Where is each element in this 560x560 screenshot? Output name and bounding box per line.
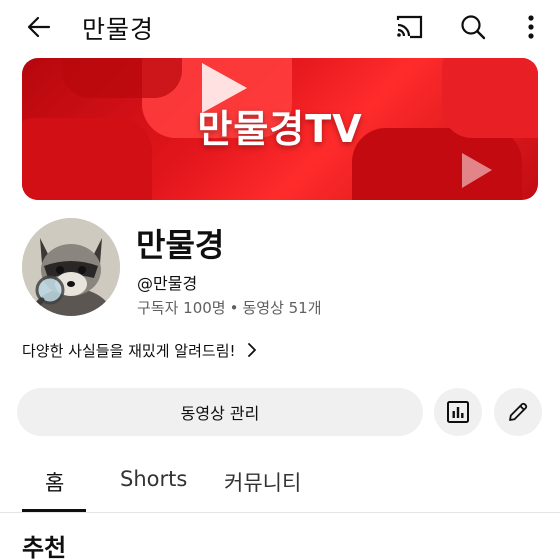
search-icon[interactable] bbox=[454, 8, 492, 46]
active-tab-indicator bbox=[22, 509, 86, 512]
more-vert-icon[interactable] bbox=[512, 8, 550, 46]
avatar[interactable] bbox=[22, 218, 120, 316]
analytics-icon[interactable] bbox=[434, 388, 482, 436]
tab-community[interactable]: 커뮤니티 bbox=[224, 467, 301, 497]
channel-tabs: 홈 Shorts 커뮤니티 bbox=[0, 455, 560, 513]
edit-icon[interactable] bbox=[494, 388, 542, 436]
top-app-bar: 만물경 bbox=[0, 0, 560, 52]
tab-shorts[interactable]: Shorts bbox=[120, 467, 187, 491]
tab-home[interactable]: 홈 bbox=[45, 467, 64, 497]
arrow-back-icon[interactable] bbox=[20, 8, 58, 46]
channel-banner[interactable]: 만물경TV bbox=[22, 58, 538, 200]
banner-title: 만물경TV bbox=[197, 107, 363, 151]
raccoon-avatar-image bbox=[22, 218, 120, 316]
channel-description[interactable]: 다양한 사실들을 재밌게 알려드림! bbox=[22, 338, 258, 362]
video-count: 동영상 51개 bbox=[242, 299, 322, 317]
chevron-right-icon bbox=[246, 342, 258, 358]
channel-handle: @만물경 bbox=[137, 274, 198, 293]
manage-videos-button[interactable]: 동영상 관리 bbox=[17, 388, 423, 436]
stats-separator: • bbox=[229, 299, 239, 317]
channel-name: 만물경 bbox=[136, 226, 225, 264]
channel-stats: 구독자 100명 • 동영상 51개 bbox=[137, 297, 322, 318]
page-title: 만물경 bbox=[82, 15, 155, 44]
description-text: 다양한 사실들을 재밌게 알려드림! bbox=[22, 341, 236, 360]
cast-icon[interactable] bbox=[390, 8, 428, 46]
section-title: 추천 bbox=[22, 534, 67, 560]
subscriber-count: 구독자 100명 bbox=[137, 299, 226, 317]
